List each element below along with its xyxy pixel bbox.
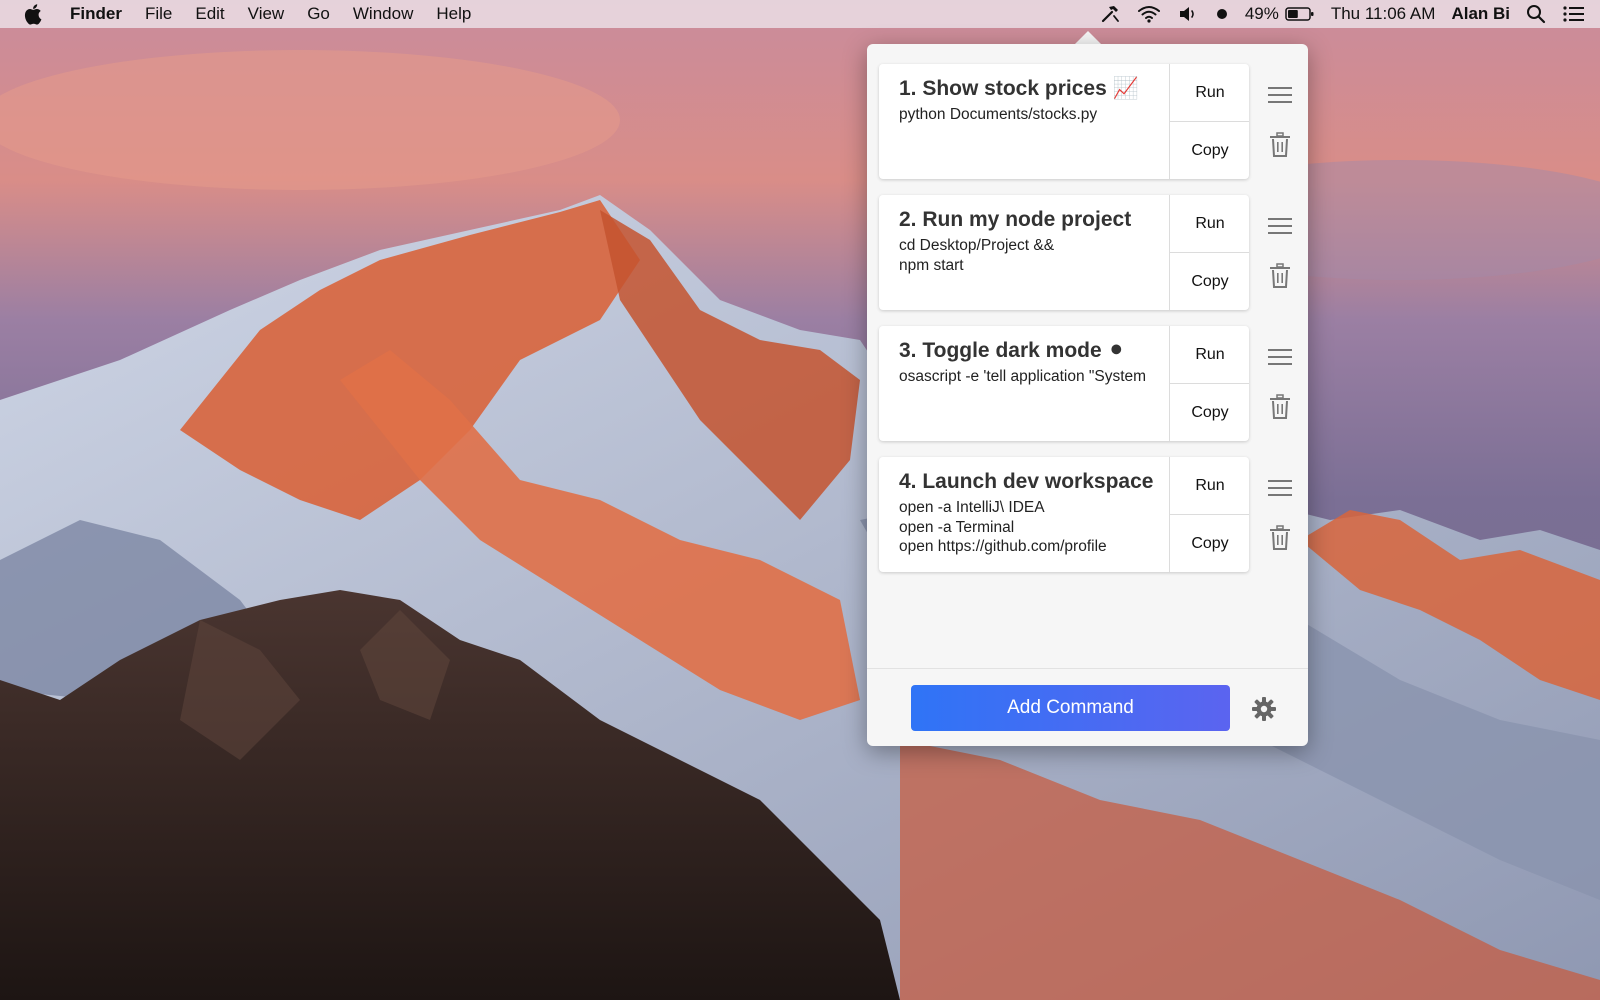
search-icon[interactable] — [1526, 0, 1546, 28]
copy-button[interactable]: Copy — [1170, 122, 1249, 179]
command-side-controls — [1259, 457, 1299, 572]
drag-handle-icon[interactable] — [1267, 82, 1293, 108]
command-actions: Run Copy — [1169, 64, 1249, 179]
menu-bar: Finder File Edit View Go Window Help 49%… — [0, 0, 1600, 28]
menu-help[interactable]: Help — [436, 0, 471, 28]
popover-footer: Add Command — [867, 668, 1308, 746]
menu-window[interactable]: Window — [353, 0, 413, 28]
drag-handle-icon[interactable] — [1267, 475, 1293, 501]
hammer-icon[interactable] — [1099, 0, 1121, 28]
battery-icon[interactable] — [1285, 0, 1315, 28]
command-actions: Run Copy — [1169, 457, 1249, 572]
command-actions: Run Copy — [1169, 195, 1249, 310]
command-card: 3. Toggle dark mode ⚫ osascript -e 'tell… — [879, 326, 1249, 441]
menu-go[interactable]: Go — [307, 0, 330, 28]
run-button[interactable]: Run — [1170, 457, 1249, 515]
command-row: 1. Show stock prices 📈 python Documents/… — [879, 64, 1299, 179]
command-row: 3. Toggle dark mode ⚫ osascript -e 'tell… — [879, 326, 1299, 441]
command-row: 2. Run my node project cd Desktop/Projec… — [879, 195, 1299, 310]
menu-view[interactable]: View — [248, 0, 285, 28]
wifi-icon[interactable] — [1137, 0, 1161, 28]
command-info: 3. Toggle dark mode ⚫ osascript -e 'tell… — [879, 326, 1169, 441]
command-card: 1. Show stock prices 📈 python Documents/… — [879, 64, 1249, 179]
command-card: 4. Launch dev workspace open -a IntelliJ… — [879, 457, 1249, 572]
copy-button[interactable]: Copy — [1170, 515, 1249, 572]
command-actions: Run Copy — [1169, 326, 1249, 441]
gear-icon[interactable] — [1251, 696, 1277, 722]
drag-handle-icon[interactable] — [1267, 213, 1293, 239]
record-dot-icon[interactable] — [1215, 0, 1229, 28]
command-info: 1. Show stock prices 📈 python Documents/… — [879, 64, 1169, 179]
popover-arrow — [1074, 31, 1102, 45]
copy-button[interactable]: Copy — [1170, 384, 1249, 441]
trash-icon[interactable] — [1267, 394, 1293, 420]
apple-logo-icon[interactable] — [24, 0, 48, 28]
command-title: 4. Launch dev workspace — [899, 470, 1154, 493]
desktop-wallpaper — [0, 0, 1600, 1000]
command-list: 1. Show stock prices 📈 python Documents/… — [879, 64, 1299, 588]
command-card: 2. Run my node project cd Desktop/Projec… — [879, 195, 1249, 310]
command-row: 4. Launch dev workspace open -a IntelliJ… — [879, 457, 1299, 572]
add-command-button[interactable]: Add Command — [911, 685, 1230, 731]
trash-icon[interactable] — [1267, 132, 1293, 158]
command-script: cd Desktop/Project && npm start — [899, 237, 1055, 274]
command-title: 1. Show stock prices 📈 — [899, 77, 1139, 100]
command-title: 2. Run my node project — [899, 208, 1132, 231]
clock[interactable]: Thu 11:06 AM — [1331, 0, 1436, 28]
command-side-controls — [1259, 326, 1299, 441]
drag-handle-icon[interactable] — [1267, 344, 1293, 370]
command-side-controls — [1259, 64, 1299, 179]
copy-button[interactable]: Copy — [1170, 253, 1249, 310]
run-button[interactable]: Run — [1170, 326, 1249, 384]
user-name[interactable]: Alan Bi — [1451, 0, 1510, 28]
volume-icon[interactable] — [1177, 0, 1199, 28]
menu-app-name[interactable]: Finder — [70, 0, 122, 28]
command-info: 4. Launch dev workspace open -a IntelliJ… — [879, 457, 1169, 572]
battery-percent: 49% — [1244, 4, 1279, 23]
command-script: open -a IntelliJ\ IDEA open -a Terminal … — [899, 499, 1107, 555]
command-script: osascript -e 'tell application "System — [899, 368, 1147, 385]
menu-file[interactable]: File — [145, 0, 172, 28]
trash-icon[interactable] — [1267, 263, 1293, 289]
trash-icon[interactable] — [1267, 525, 1293, 551]
run-button[interactable]: Run — [1170, 64, 1249, 122]
run-button[interactable]: Run — [1170, 195, 1249, 253]
command-info: 2. Run my node project cd Desktop/Projec… — [879, 195, 1169, 310]
commands-popover: 1. Show stock prices 📈 python Documents/… — [867, 44, 1308, 746]
command-script: python Documents/stocks.py — [899, 106, 1098, 123]
list-icon[interactable] — [1562, 0, 1586, 28]
command-title: 3. Toggle dark mode ⚫ — [899, 339, 1126, 362]
command-side-controls — [1259, 195, 1299, 310]
menu-edit[interactable]: Edit — [195, 0, 224, 28]
